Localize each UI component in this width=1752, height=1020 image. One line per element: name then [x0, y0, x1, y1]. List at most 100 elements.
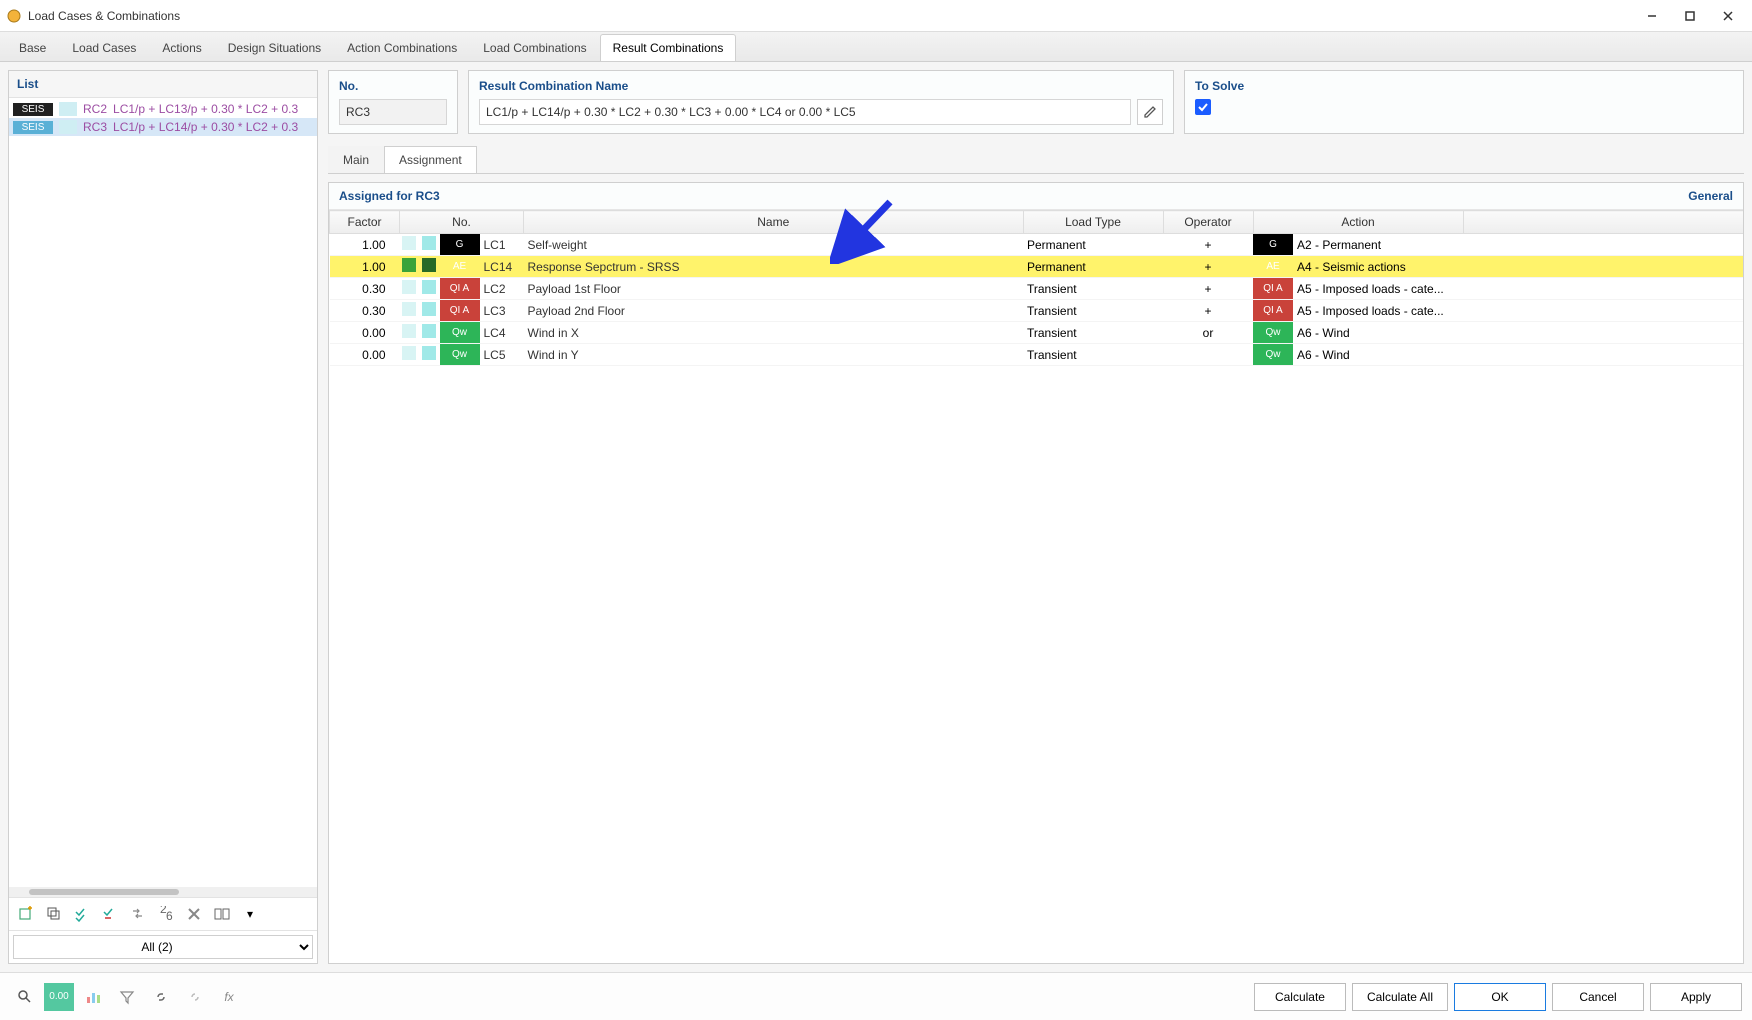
- filter-select[interactable]: All (2): [13, 935, 313, 959]
- cell-operator[interactable]: +: [1163, 278, 1253, 300]
- cell-action[interactable]: A2 - Permanent: [1293, 234, 1463, 256]
- uncheck-all-icon[interactable]: [97, 902, 123, 926]
- cell-operator[interactable]: +: [1163, 234, 1253, 256]
- footer: 0.00 fx Calculate Calculate All OK Cance…: [0, 972, 1752, 1020]
- table-row[interactable]: 0.30QI ALC2Payload 1st FloorTransient+QI…: [330, 278, 1744, 300]
- search-icon[interactable]: [10, 983, 40, 1011]
- units-icon[interactable]: 0.00: [44, 983, 74, 1011]
- tab-design-situations[interactable]: Design Situations: [215, 34, 334, 61]
- list[interactable]: SEIS RC2 LC1/p + LC13/p + 0.30 * LC2 + 0…: [9, 98, 317, 887]
- no-input[interactable]: [339, 99, 447, 125]
- cell-factor[interactable]: 0.30: [330, 278, 400, 300]
- filter-icon[interactable]: [112, 983, 142, 1011]
- cell-factor[interactable]: 1.00: [330, 234, 400, 256]
- calculate-all-button[interactable]: Calculate All: [1352, 983, 1448, 1011]
- minimize-button[interactable]: [1634, 4, 1670, 28]
- cell-name[interactable]: Payload 2nd Floor: [524, 300, 1024, 322]
- cell-lc[interactable]: LC1: [480, 234, 524, 256]
- col-loadtype[interactable]: Load Type: [1023, 211, 1163, 234]
- edit-name-button[interactable]: [1137, 99, 1163, 125]
- cell-lc[interactable]: LC2: [480, 278, 524, 300]
- cell-name[interactable]: Wind in X: [524, 322, 1024, 344]
- view-mode-icon[interactable]: [209, 902, 235, 926]
- tab-load-combinations[interactable]: Load Combinations: [470, 34, 599, 61]
- copy-icon[interactable]: [41, 902, 67, 926]
- cell-factor[interactable]: 1.00: [330, 256, 400, 278]
- tab-result-combinations[interactable]: Result Combinations: [600, 34, 737, 61]
- rc-desc: LC1/p + LC13/p + 0.30 * LC2 + 0.3: [113, 102, 298, 116]
- cell-loadtype[interactable]: Transient: [1023, 344, 1163, 366]
- subtab-assignment[interactable]: Assignment: [384, 146, 477, 173]
- cell-factor[interactable]: 0.00: [330, 322, 400, 344]
- col-operator[interactable]: Operator: [1163, 211, 1253, 234]
- cell-loadtype[interactable]: Permanent: [1023, 234, 1163, 256]
- stats-icon[interactable]: [78, 983, 108, 1011]
- unlink-icon[interactable]: [180, 983, 210, 1011]
- calculate-button[interactable]: Calculate: [1254, 983, 1346, 1011]
- tab-load-cases[interactable]: Load Cases: [59, 34, 149, 61]
- cell-name[interactable]: Wind in Y: [524, 344, 1024, 366]
- list-item[interactable]: SEIS RC3 LC1/p + LC14/p + 0.30 * LC2 + 0…: [9, 118, 317, 136]
- cell-factor[interactable]: 0.30: [330, 300, 400, 322]
- cell-factor[interactable]: 0.00: [330, 344, 400, 366]
- delete-icon[interactable]: [181, 902, 207, 926]
- table-row[interactable]: 1.00GLC1Self-weightPermanent+GA2 - Perma…: [330, 234, 1744, 256]
- cell-loadtype[interactable]: Transient: [1023, 300, 1163, 322]
- name-input[interactable]: [479, 99, 1131, 125]
- cell-spacer: [1463, 300, 1743, 322]
- cell-lc[interactable]: LC3: [480, 300, 524, 322]
- cancel-button[interactable]: Cancel: [1552, 983, 1644, 1011]
- grid-general-link[interactable]: General: [1688, 189, 1733, 203]
- list-filter: All (2): [9, 930, 317, 963]
- list-horizontal-scrollbar[interactable]: [9, 887, 317, 897]
- check-all-icon[interactable]: [69, 902, 95, 926]
- cell-loadtype[interactable]: Permanent: [1023, 256, 1163, 278]
- list-item[interactable]: SEIS RC2 LC1/p + LC13/p + 0.30 * LC2 + 0…: [9, 100, 317, 118]
- renumber-icon[interactable]: 26: [153, 902, 179, 926]
- link-icon[interactable]: [146, 983, 176, 1011]
- table-row[interactable]: 0.30QI ALC3Payload 2nd FloorTransient+QI…: [330, 300, 1744, 322]
- close-button[interactable]: [1710, 4, 1746, 28]
- name-label: Result Combination Name: [479, 79, 1163, 93]
- cell-action[interactable]: A5 - Imposed loads - cate...: [1293, 300, 1463, 322]
- cell-name[interactable]: Self-weight: [524, 234, 1024, 256]
- cell-operator[interactable]: [1163, 344, 1253, 366]
- function-icon[interactable]: fx: [214, 983, 244, 1011]
- cell-action[interactable]: A6 - Wind: [1293, 322, 1463, 344]
- maximize-button[interactable]: [1672, 4, 1708, 28]
- cell-name[interactable]: Payload 1st Floor: [524, 278, 1024, 300]
- cell-loadtype[interactable]: Transient: [1023, 278, 1163, 300]
- solve-checkbox[interactable]: [1195, 99, 1211, 115]
- cell-action[interactable]: A5 - Imposed loads - cate...: [1293, 278, 1463, 300]
- color-swatch: [400, 344, 420, 366]
- view-mode-dropdown-icon[interactable]: ▾: [237, 902, 263, 926]
- col-no[interactable]: No.: [400, 211, 524, 234]
- tab-action-combinations[interactable]: Action Combinations: [334, 34, 470, 61]
- table-row[interactable]: 1.00AELC14Response Sepctrum - SRSSPerman…: [330, 256, 1744, 278]
- subtab-main[interactable]: Main: [328, 146, 384, 173]
- apply-button[interactable]: Apply: [1650, 983, 1742, 1011]
- assignment-grid-panel: Assigned for RC3 General Factor No. Name…: [328, 182, 1744, 964]
- cell-loadtype[interactable]: Transient: [1023, 322, 1163, 344]
- assignment-grid[interactable]: Factor No. Name Load Type Operator Actio…: [329, 210, 1743, 366]
- table-row[interactable]: 0.00QwLC5Wind in YTransientQwA6 - Wind: [330, 344, 1744, 366]
- ok-button[interactable]: OK: [1454, 983, 1546, 1011]
- swap-icon[interactable]: [125, 902, 151, 926]
- table-row[interactable]: 0.00QwLC4Wind in XTransientorQwA6 - Wind: [330, 322, 1744, 344]
- cell-operator[interactable]: or: [1163, 322, 1253, 344]
- tab-actions[interactable]: Actions: [149, 34, 214, 61]
- cell-operator[interactable]: +: [1163, 256, 1253, 278]
- cell-operator[interactable]: +: [1163, 300, 1253, 322]
- color-swatch: [400, 322, 420, 344]
- col-factor[interactable]: Factor: [330, 211, 400, 234]
- cell-lc[interactable]: LC14: [480, 256, 524, 278]
- col-action[interactable]: Action: [1253, 211, 1463, 234]
- tab-base[interactable]: Base: [6, 34, 59, 61]
- cell-action[interactable]: A6 - Wind: [1293, 344, 1463, 366]
- cell-action[interactable]: A4 - Seismic actions: [1293, 256, 1463, 278]
- cell-name[interactable]: Response Sepctrum - SRSS: [524, 256, 1024, 278]
- cell-lc[interactable]: LC5: [480, 344, 524, 366]
- cell-lc[interactable]: LC4: [480, 322, 524, 344]
- col-name[interactable]: Name: [524, 211, 1024, 234]
- new-icon[interactable]: [13, 902, 39, 926]
